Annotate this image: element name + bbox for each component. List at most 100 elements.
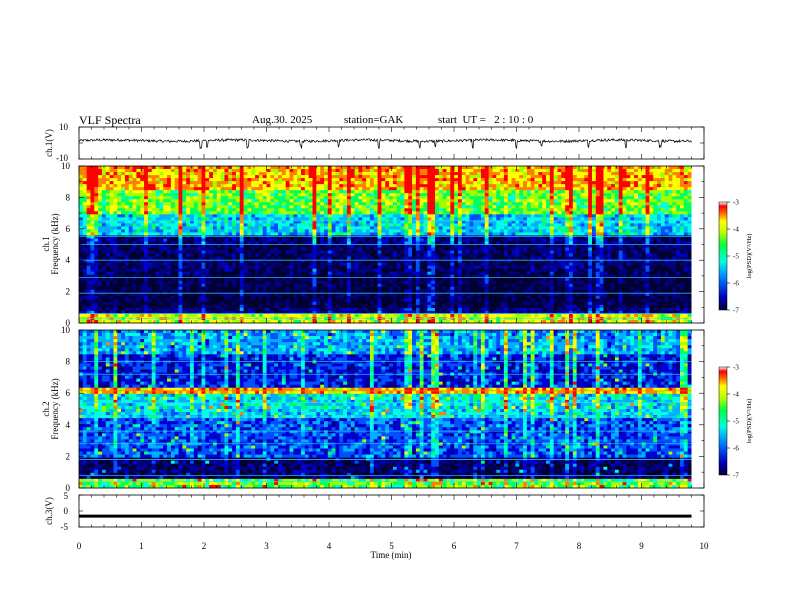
spectrogram-cell	[431, 298, 436, 303]
spectrogram-cell	[124, 280, 130, 285]
spectrogram-cell	[124, 286, 130, 291]
spectrogram-cell	[105, 190, 111, 194]
spectrogram-cell	[109, 193, 114, 197]
spectrogram-cell	[278, 280, 283, 285]
spectrogram-cell	[304, 307, 310, 312]
spectrogram-cell	[105, 277, 111, 282]
spectrogram-cell	[285, 175, 290, 179]
spectrogram-cell	[205, 244, 210, 248]
spectrogram-cell	[205, 175, 210, 179]
spectrogram-cell	[128, 208, 133, 212]
spectrogram-cell	[320, 229, 325, 233]
spectrogram-cell	[216, 196, 222, 200]
spectrogram-cell	[147, 265, 153, 270]
spectrogram-cell	[128, 226, 133, 230]
spectrogram-cell	[132, 262, 137, 267]
spectrogram-cell	[358, 265, 363, 270]
spectrogram-cell	[132, 172, 137, 176]
spectrogram-cell	[316, 289, 321, 294]
spectrogram-cell	[289, 277, 294, 282]
spectrogram-cell	[281, 211, 287, 215]
spectrogram-cell	[335, 262, 340, 267]
spectrogram-cell	[101, 169, 107, 173]
spectrogram-cell	[128, 199, 133, 203]
spectrogram-cell	[427, 166, 432, 170]
spectrogram-cell	[266, 277, 271, 282]
spectrogram-cell	[86, 262, 91, 267]
spectrogram-cell	[159, 175, 164, 179]
spectrogram-cell	[278, 202, 283, 206]
spectrogram-cell	[346, 172, 352, 176]
spectrogram-cell	[419, 262, 424, 267]
spectrogram-cell	[358, 268, 363, 273]
spectrogram-cell	[431, 187, 436, 191]
spectrogram-cell	[174, 169, 179, 173]
spectrogram-cell	[366, 235, 371, 239]
spectrogram-cell	[316, 277, 321, 282]
spectrogram-cell	[316, 280, 321, 285]
spectrogram-cell	[94, 217, 99, 221]
spectrogram-cell	[331, 172, 336, 176]
spectrogram-cell	[354, 226, 359, 230]
spectrogram-cell	[255, 166, 260, 170]
spectrogram-cell	[212, 307, 218, 312]
spectrogram-cell	[190, 226, 195, 230]
spectrogram-cell	[136, 199, 141, 203]
spectrogram-cell	[90, 178, 95, 182]
spectrogram-cell	[224, 262, 229, 267]
spectrogram-cell	[316, 205, 321, 209]
spectrogram-cell	[377, 208, 382, 212]
spectrogram-cell	[408, 268, 413, 273]
spectrogram-cell	[404, 175, 409, 179]
spectrogram-cell	[354, 202, 359, 206]
spectrogram-cell	[331, 238, 336, 242]
spectrogram-cell	[381, 286, 386, 291]
spectrogram-cell	[396, 253, 401, 257]
spectrogram-cell	[358, 196, 363, 200]
spectrogram-cell	[324, 190, 329, 194]
spectrogram-cell	[209, 166, 214, 170]
spectrogram-cell	[389, 244, 394, 248]
spectrogram-cell	[377, 193, 382, 197]
spectrogram-cell	[144, 223, 149, 227]
spectrogram-cell	[316, 307, 321, 312]
spectrogram-cell	[408, 313, 413, 318]
spectrogram-cell	[304, 223, 310, 227]
spectrogram-cell	[155, 184, 160, 188]
spectrogram-cell	[220, 271, 225, 276]
spectrogram-cell	[316, 193, 321, 197]
spectrogram-cell	[109, 232, 114, 236]
spectrogram-cell	[113, 181, 118, 185]
spectrogram-cell	[235, 211, 241, 215]
spectrogram-cell	[289, 289, 294, 294]
spectrogram-cell	[304, 304, 310, 309]
spectrogram-cell	[147, 229, 153, 233]
spectrogram-cell	[266, 190, 271, 194]
spectrogram-cell	[350, 187, 356, 191]
spectrogram-cell	[193, 166, 199, 170]
spectrogram-cell	[232, 193, 237, 197]
spectrogram-cell	[285, 199, 290, 203]
spectrogram-cell	[412, 256, 417, 260]
spectrogram-cell	[308, 265, 313, 270]
spectrogram-cell	[212, 193, 218, 197]
spectrogram-cell	[136, 283, 141, 288]
spectrogram-cell	[389, 175, 394, 179]
spectrogram-cell	[247, 178, 252, 182]
spectrogram-cell	[101, 232, 107, 236]
spectrogram-cell	[128, 187, 133, 191]
spectrogram-cell	[144, 256, 149, 260]
spectrogram-cell	[155, 268, 160, 273]
spectrogram-cell	[136, 280, 141, 285]
spectrogram-cell	[186, 214, 191, 218]
spectrogram-cell	[293, 301, 298, 306]
spectrogram-cell	[304, 172, 310, 176]
spectrogram-cell	[404, 217, 409, 221]
spectrogram-cell	[167, 211, 172, 215]
spectrogram-cell	[151, 304, 156, 309]
spectrogram-cell	[94, 283, 99, 288]
spectrogram-cell	[224, 289, 229, 294]
spectrogram-cell	[247, 286, 252, 291]
spectrogram-cell	[324, 166, 329, 170]
spectrogram-cell	[255, 211, 260, 215]
